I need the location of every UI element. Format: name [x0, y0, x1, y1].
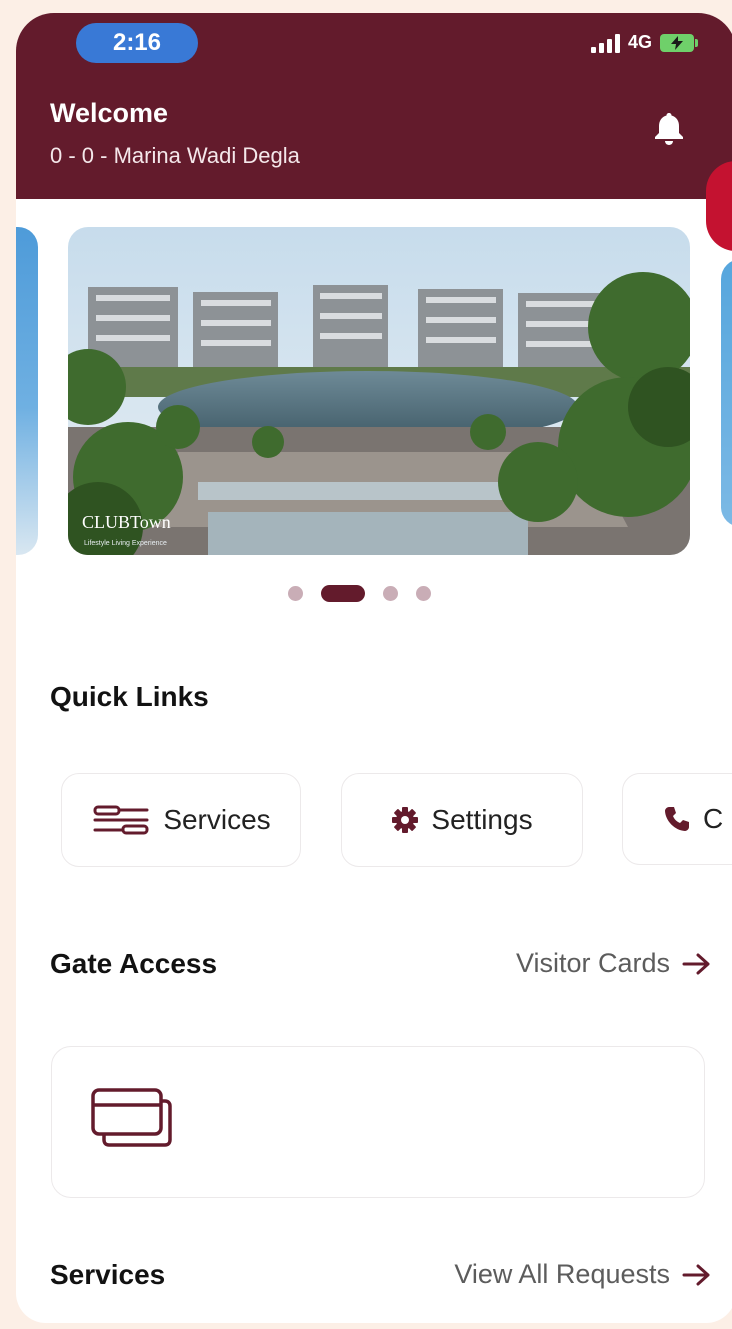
- view-all-requests-label: View All Requests: [454, 1259, 670, 1289]
- welcome-title: Welcome: [50, 98, 169, 128]
- view-all-requests-link[interactable]: View All Requests: [454, 1259, 712, 1290]
- status-time[interactable]: 2:16: [76, 23, 198, 63]
- gate-access-title: Gate Access: [50, 948, 218, 979]
- quick-link-settings-label: Settings: [431, 804, 533, 835]
- visitor-cards-link[interactable]: Visitor Cards: [516, 948, 712, 979]
- pagination-dot-active[interactable]: [321, 585, 365, 602]
- building-photo: [68, 227, 690, 555]
- status-indicators: 4G: [590, 32, 698, 53]
- unit-location: 0 - 0 - Marina Wadi Degla: [50, 143, 300, 168]
- gear-icon: [392, 807, 419, 833]
- header: 2:16 4G Welcome 0 - 0 - Marina Wadi Degl…: [16, 13, 732, 199]
- arrow-right-icon: [682, 1264, 710, 1285]
- pagination-dot[interactable]: [383, 586, 398, 601]
- decorative-shape: [706, 161, 732, 251]
- club-town-tagline: Lifestyle Living Experience: [84, 540, 167, 547]
- visitor-cards-label: Visitor Cards: [515, 948, 670, 978]
- quick-link-services-label: Services: [163, 804, 271, 835]
- pagination-dot[interactable]: [416, 586, 431, 601]
- battery-icon: [660, 33, 698, 52]
- carousel-slide-next[interactable]: [721, 259, 732, 527]
- quick-link-services[interactable]: Services: [61, 773, 301, 867]
- phone-icon: [665, 807, 689, 831]
- network-label: 4G: [627, 32, 652, 52]
- signal-icon: [590, 33, 620, 53]
- tools-icon: [93, 805, 149, 835]
- services-title: Services: [50, 1259, 166, 1290]
- quick-links-title: Quick Links: [50, 681, 209, 712]
- quick-link-call-label: C: [703, 803, 724, 834]
- quick-link-settings[interactable]: Settings: [341, 773, 583, 867]
- cards-icon: [91, 1088, 172, 1147]
- pagination-dot[interactable]: [288, 586, 303, 601]
- gate-access-card[interactable]: [51, 1046, 705, 1198]
- charging-bolt-icon: [671, 35, 683, 50]
- arrow-right-icon: [682, 953, 710, 974]
- app-screen: 2:16 4G Welcome 0 - 0 - Marina Wadi Degl…: [16, 13, 732, 1323]
- carousel-pagination: [288, 585, 431, 602]
- quick-link-call[interactable]: C: [622, 773, 732, 865]
- carousel-slide-previous[interactable]: [16, 227, 38, 555]
- carousel-slide-active[interactable]: CLUBTown Lifestyle Living Experience: [68, 227, 690, 555]
- notification-bell-icon[interactable]: [654, 111, 684, 150]
- club-town-logo: CLUBTown: [82, 512, 171, 532]
